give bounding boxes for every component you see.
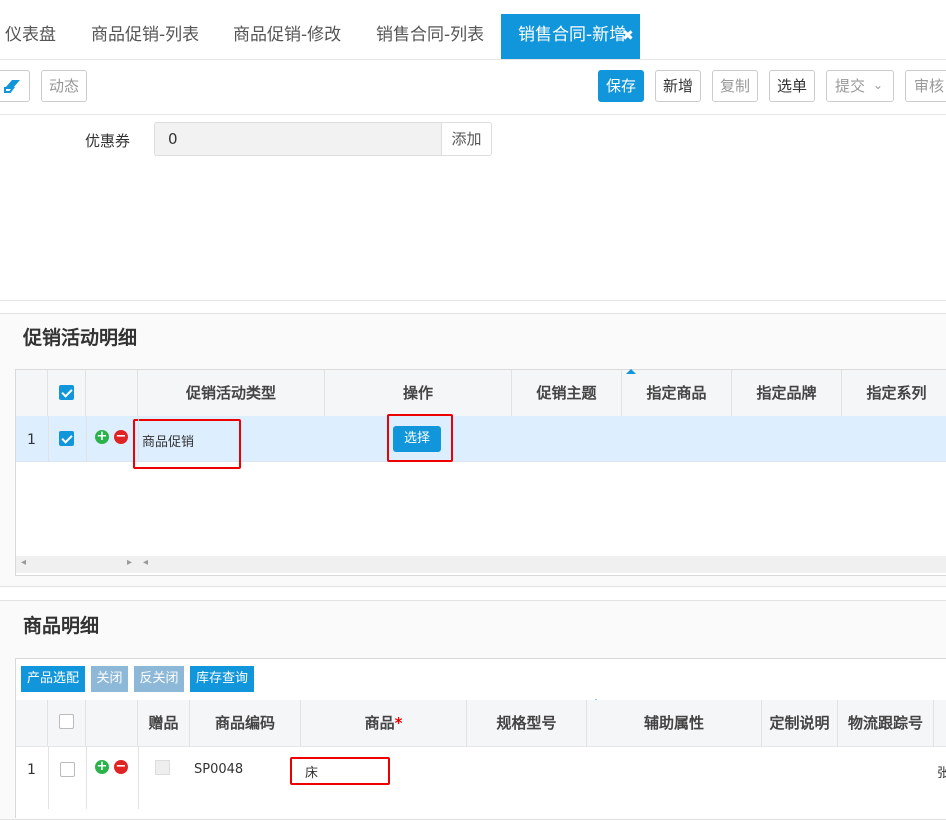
scroll-right-icon[interactable]: ▸ (127, 557, 132, 568)
horizontal-scrollbar[interactable]: ◂ ▸ ◂ (16, 556, 946, 573)
promo-col-series[interactable]: 指定系列 (842, 370, 946, 416)
remove-row-icon[interactable]: − (114, 760, 128, 774)
promo-col-product[interactable]: 指定商品 (622, 370, 732, 416)
goods-col-aux[interactable]: 辅助属性 (587, 700, 762, 746)
chevron-down-icon: ⌄ (872, 78, 883, 92)
goods-select-all-checkbox[interactable] (59, 714, 74, 729)
goods-col-spec[interactable]: 规格型号 (467, 700, 587, 746)
goods-header-ops (86, 700, 138, 746)
tab-promo-list[interactable]: 商品促销-列表 (91, 0, 199, 59)
new-button[interactable]: 新增 (655, 70, 701, 102)
promo-header-index (16, 370, 48, 416)
promo-col-type[interactable]: 促销活动类型 (138, 370, 325, 416)
divider (48, 746, 49, 809)
row-index: 1 (27, 762, 36, 778)
submit-label: 提交 (835, 77, 866, 95)
tab-bar: 仪表盘 商品促销-列表 商品促销-修改 销售合同-列表 销售合同-新增 ✖ (0, 0, 946, 60)
trailing-cell: 张 (937, 766, 946, 781)
promo-select-all-checkbox[interactable] (59, 385, 74, 400)
goods-col-custom[interactable]: 定制说明 (762, 700, 838, 746)
tab-contract-list[interactable]: 销售合同-列表 (376, 0, 484, 59)
row-checkbox[interactable] (60, 762, 75, 777)
table-row[interactable] (16, 746, 946, 809)
highlight-box (290, 757, 390, 785)
gift-checkbox[interactable] (155, 760, 170, 775)
divider (0, 300, 946, 314)
promo-col-brand[interactable]: 指定品牌 (732, 370, 842, 416)
divider (86, 746, 87, 809)
divider (138, 746, 139, 809)
required-mark: * (394, 714, 403, 732)
tab-dashboard[interactable]: 仪表盘 (5, 0, 56, 59)
scroll-left-icon[interactable]: ◂ (143, 557, 148, 568)
goods-header-index (16, 700, 48, 746)
tab-contract-new[interactable]: 销售合同-新增 ✖ (501, 14, 640, 59)
coupon-input[interactable]: 0 (154, 122, 442, 156)
divider (138, 416, 139, 462)
product-match-button[interactable]: 产品选配 (21, 666, 85, 692)
eraser-button[interactable] (0, 70, 30, 102)
goods-col-product[interactable]: 商品* (301, 700, 467, 746)
stock-query-button[interactable]: 库存查询 (190, 666, 254, 692)
coupon-label: 优惠券 (85, 132, 131, 150)
tab-contract-new-label: 销售合同-新增 (518, 25, 627, 45)
select-order-button[interactable]: 选单 (769, 70, 815, 102)
divider (48, 416, 49, 462)
promo-section-title: 促销活动明细 (23, 327, 138, 349)
goods-col-tracking[interactable]: 物流跟踪号 (838, 700, 934, 746)
goods-section-title: 商品明细 (23, 615, 100, 637)
close-icon[interactable]: ✖ (622, 28, 636, 44)
eraser-icon (4, 80, 20, 93)
promo-col-action[interactable]: 操作 (325, 370, 512, 416)
coupon-add-button[interactable]: 添加 (441, 122, 492, 156)
save-button[interactable]: 保存 (598, 70, 644, 102)
submit-dropdown[interactable]: 提交 ⌄ (826, 70, 894, 102)
goods-col-gift[interactable]: 赠品 (138, 700, 190, 746)
highlight-box (133, 419, 241, 469)
product-code-cell[interactable]: SP0048 (194, 762, 243, 777)
reopen-button[interactable]: 反关闭 (134, 666, 184, 692)
scroll-left-icon[interactable]: ◂ (21, 557, 26, 568)
highlight-box (387, 414, 453, 462)
row-checkbox[interactable] (59, 431, 74, 446)
copy-button[interactable]: 复制 (712, 70, 758, 102)
audit-button[interactable]: 审核 (905, 70, 946, 102)
row-index: 1 (27, 432, 36, 448)
add-row-icon[interactable]: + (95, 430, 109, 444)
add-row-icon[interactable]: + (95, 760, 109, 774)
promo-col-theme[interactable]: 促销主题 (512, 370, 622, 416)
dynamic-button[interactable]: 动态 (41, 70, 87, 102)
sort-asc-icon (626, 369, 636, 374)
goods-col-product-label: 商品 (364, 714, 395, 732)
goods-col-more[interactable] (934, 700, 946, 746)
tab-promo-edit[interactable]: 商品促销-修改 (233, 0, 341, 59)
remove-row-icon[interactable]: − (114, 430, 128, 444)
promo-header-ops (86, 370, 138, 416)
close-button[interactable]: 关闭 (91, 666, 128, 692)
divider (86, 416, 87, 462)
goods-col-code[interactable]: 商品编码 (190, 700, 301, 746)
